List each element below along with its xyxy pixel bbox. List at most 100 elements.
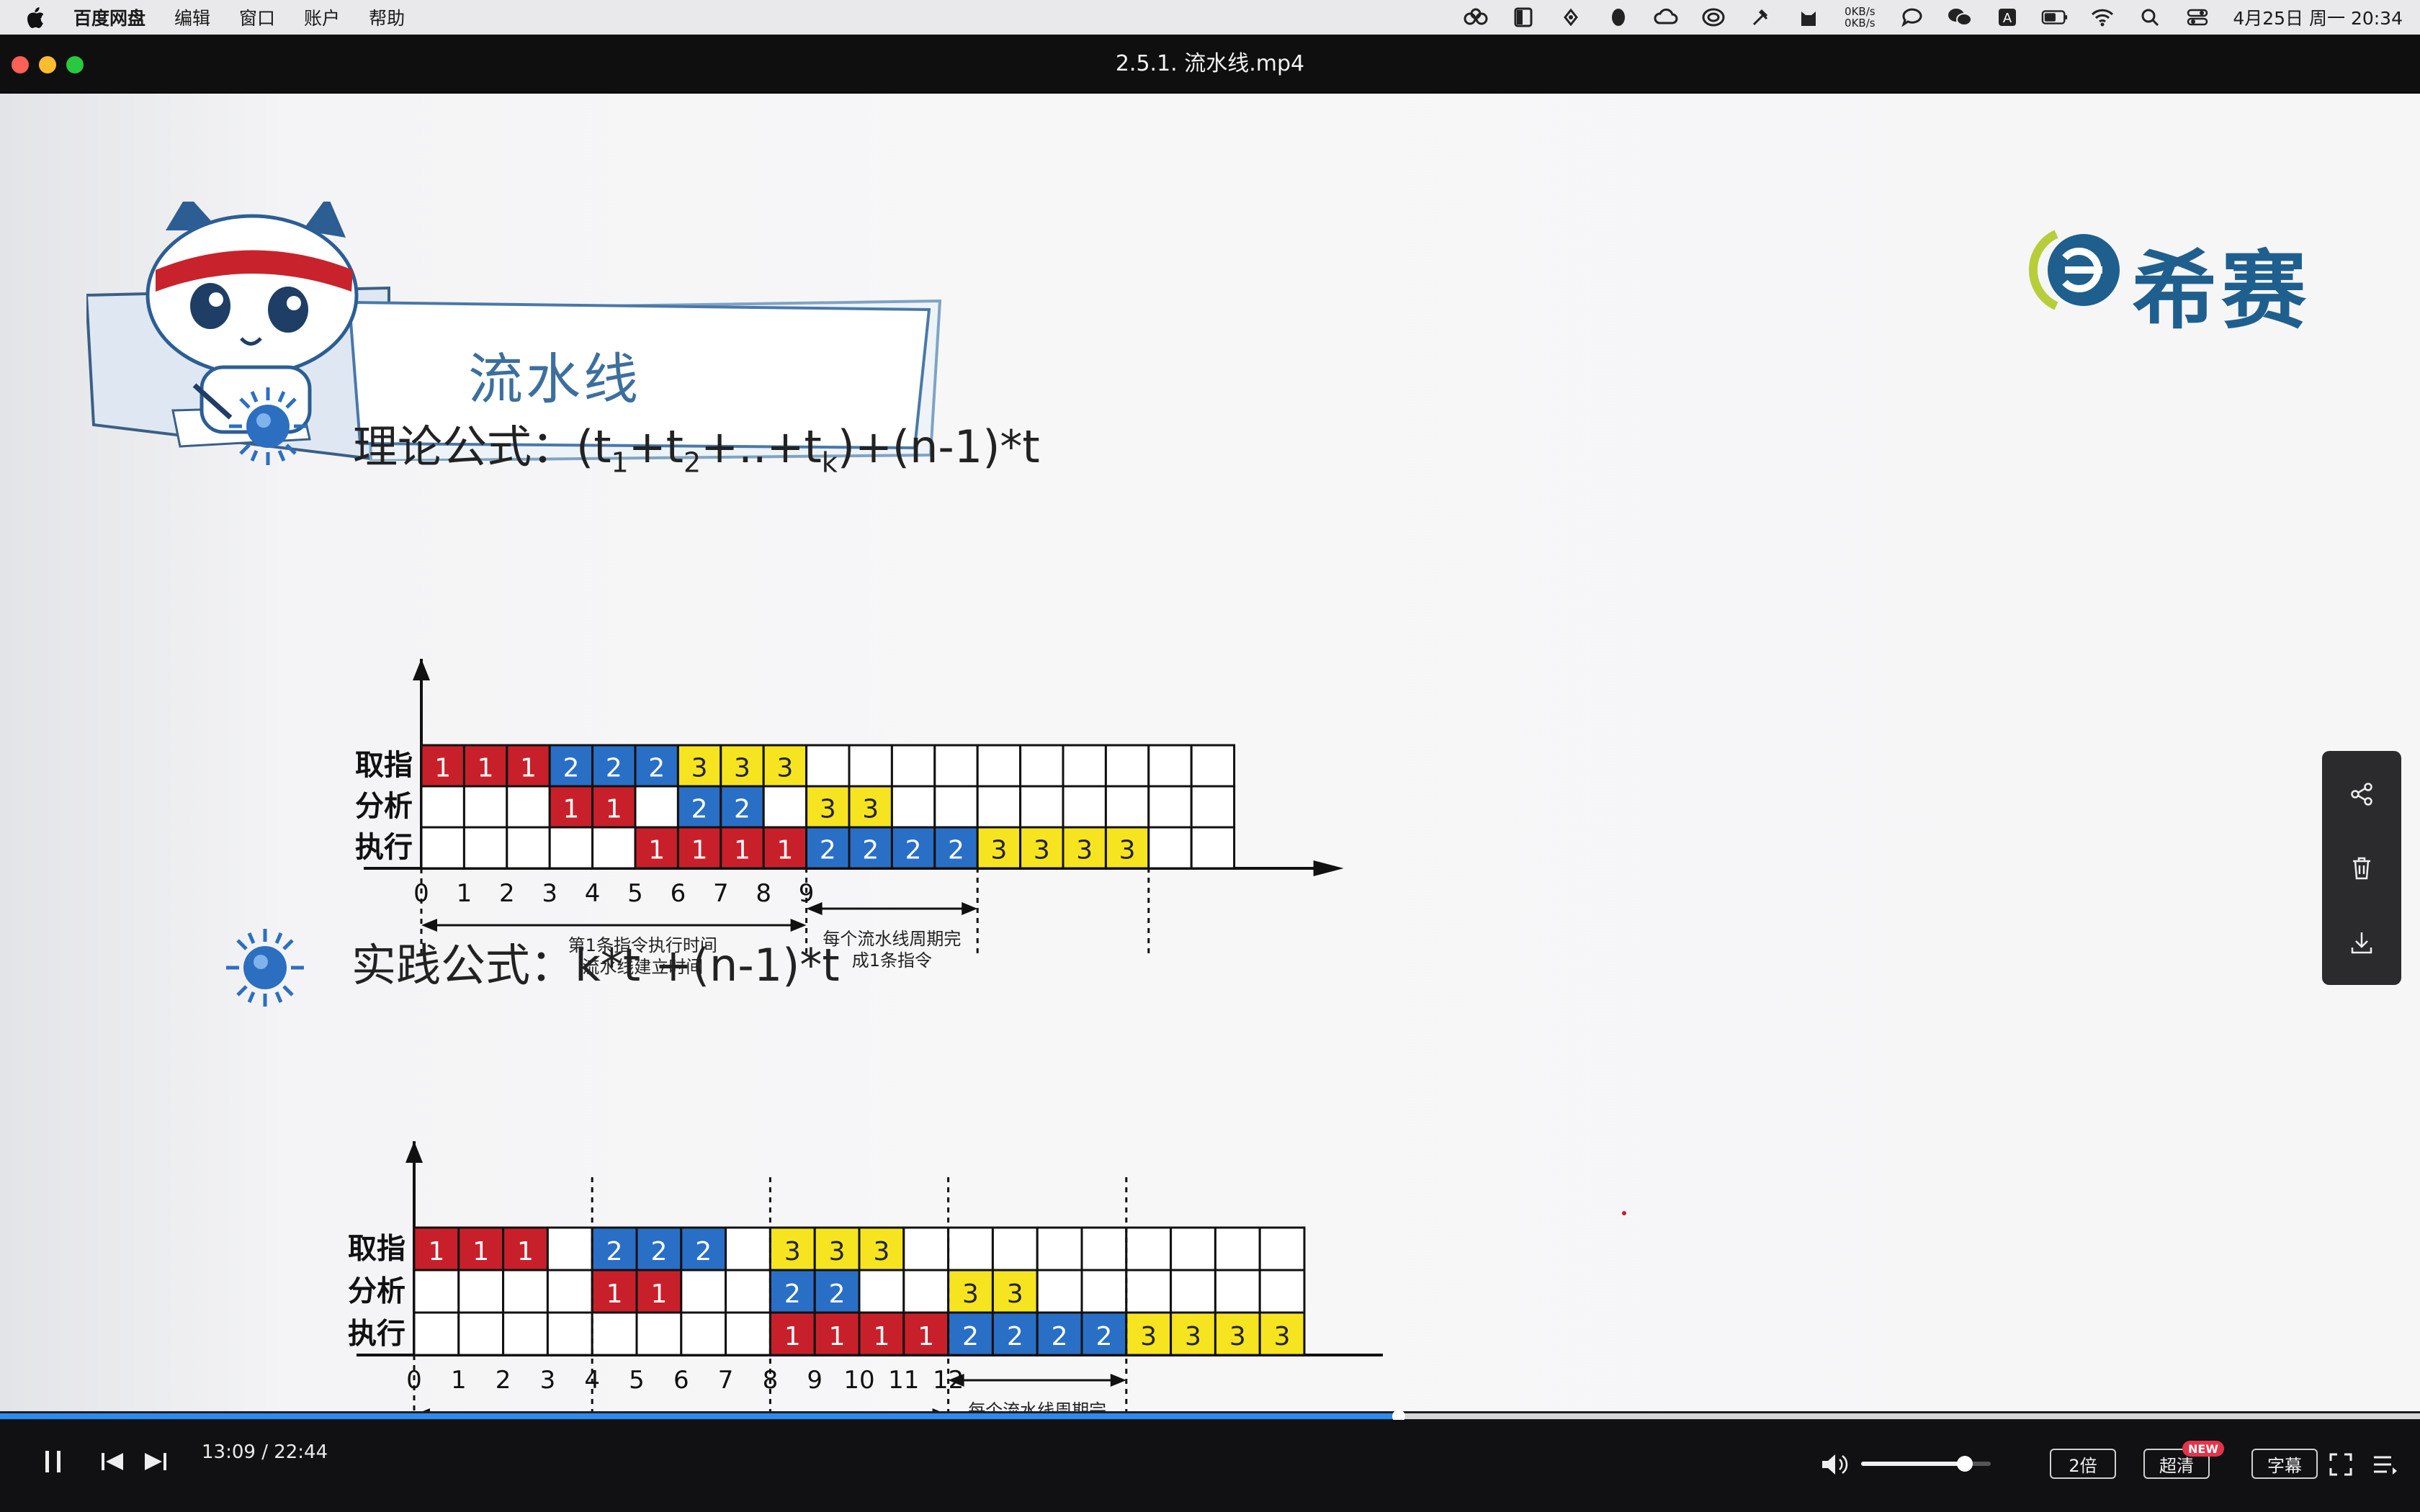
menu-account[interactable]: 账户 — [304, 4, 340, 30]
d2-cell — [902, 1226, 950, 1272]
d2-cell — [546, 1269, 593, 1314]
d2-cell-label: 3 — [1007, 1279, 1023, 1309]
control-center-icon[interactable] — [2184, 5, 2211, 30]
d2-cell-label: 3 — [1229, 1322, 1246, 1351]
d1-tick-label: 3 — [542, 879, 557, 908]
d2-cell — [1125, 1226, 1173, 1272]
d2-row-label: 分析 — [348, 1274, 405, 1308]
d2-cell-label: 2 — [784, 1279, 801, 1309]
playlist-icon[interactable] — [2370, 1449, 2401, 1480]
d1-cell-label: 1 — [648, 835, 665, 865]
d2-cell-label: 1 — [472, 1237, 489, 1266]
d2-cell — [546, 1311, 593, 1356]
d1-cell — [1062, 785, 1107, 829]
d2-cell-label: 2 — [1095, 1322, 1112, 1351]
spotlight-search-icon[interactable] — [2136, 5, 2164, 30]
status-tray: 0KB/s 0KB/s A 4月25日 周一 20:34 — [1442, 0, 2403, 35]
d2-cell-label: 1 — [873, 1322, 889, 1351]
volume-slider-knob[interactable] — [1957, 1456, 1973, 1472]
sidebar-tray-icon[interactable] — [1510, 5, 1537, 30]
d1-cell — [462, 826, 508, 870]
d2-cell — [1214, 1226, 1261, 1272]
fullscreen-icon[interactable] — [2325, 1449, 2357, 1480]
d1-tick-label: 6 — [671, 879, 686, 908]
cloud-sync-icon[interactable] — [1652, 5, 1680, 30]
video-frame[interactable]: 流水线 希赛 理论公式：(t1+t2+..+tk)+(n-1)*t 取指 1 1… — [0, 94, 2420, 1411]
d2-tick-label: 10 — [843, 1366, 874, 1395]
brand-logo: 希赛 — [2027, 216, 2344, 341]
window-title: 2.5.1. 流水线.mp4 — [1115, 51, 1305, 76]
wechat-icon[interactable] — [1946, 5, 1973, 30]
download-icon[interactable] — [2344, 925, 2379, 960]
d1-cell-label: 2 — [734, 794, 750, 824]
speed-button[interactable]: 2倍 — [2050, 1449, 2116, 1479]
d1-cell — [591, 826, 637, 870]
d2-build-time-arrowheads — [423, 1408, 940, 1411]
d1-cell-label: 3 — [862, 794, 879, 824]
d1-cell — [634, 785, 679, 829]
formula-practice: 实践公式：k*t +(n-1)*t — [351, 939, 840, 991]
d1-cell — [1019, 785, 1065, 829]
menu-window[interactable]: 窗口 — [239, 4, 275, 30]
d1-cell — [420, 785, 465, 829]
hammer-icon[interactable] — [1747, 5, 1775, 30]
d2-cell — [502, 1269, 549, 1314]
d1-cell-label: 2 — [948, 835, 964, 865]
menu-help[interactable]: 帮助 — [369, 4, 405, 30]
chat-bubble-icon[interactable] — [1899, 5, 1926, 30]
d2-cell — [991, 1226, 1039, 1272]
menu-bar: 百度网盘 编辑 窗口 账户 帮助 0KB/s 0KB/s A 4月25日 周一 2… — [0, 0, 2420, 35]
d2-tick-label: 5 — [629, 1366, 645, 1395]
sun-bullet-icon-2 — [223, 926, 307, 1009]
d1-cell — [548, 826, 594, 870]
volume-slider-fill — [1861, 1462, 1965, 1466]
apple-icon[interactable] — [24, 6, 46, 29]
share-icon[interactable] — [2344, 777, 2379, 811]
qq-penguin-icon[interactable] — [1605, 5, 1632, 30]
pin-tray-icon[interactable] — [1557, 5, 1585, 30]
d2-cell-label: 1 — [428, 1237, 444, 1266]
d1-cell-label: 3 — [734, 753, 750, 783]
d2-cell — [1036, 1226, 1083, 1272]
baidu-cloud-tray-icon[interactable] — [1462, 5, 1489, 30]
d2-cell-label: 3 — [1274, 1322, 1291, 1351]
d1-cell — [1147, 785, 1193, 829]
d1-row-label: 执行 — [355, 831, 413, 864]
cat-tray-icon[interactable] — [1795, 5, 1822, 30]
d2-row-label: 执行 — [348, 1317, 405, 1350]
d2-cell — [1170, 1269, 1216, 1314]
menu-clock[interactable]: 4月25日 周一 20:34 — [2233, 4, 2403, 30]
subtitle-button[interactable]: 字幕 — [2251, 1449, 2318, 1479]
pause-button[interactable] — [37, 1446, 69, 1477]
svg-text:A: A — [2003, 11, 2012, 26]
next-button[interactable] — [141, 1447, 170, 1476]
pipeline-diagram-practice: 取指111222333分析112233执行1111222233330123456… — [331, 1130, 1414, 1411]
volume-slider[interactable] — [1861, 1456, 1991, 1472]
d2-cell-label: 2 — [606, 1237, 623, 1266]
creative-cloud-icon[interactable] — [1700, 5, 1727, 30]
playback-progress-bar[interactable] — [0, 1410, 2420, 1423]
d1-x-axis-arrow — [1313, 860, 1344, 876]
d1-y-axis-arrow — [413, 659, 430, 680]
menu-app-name[interactable]: 百度网盘 — [73, 4, 145, 30]
d2-annotation-right: 每个流水线周期完 — [968, 1400, 1106, 1411]
d1-cell — [506, 826, 551, 870]
volume-icon[interactable] — [1819, 1449, 1850, 1480]
d2-cell — [725, 1311, 771, 1356]
d2-cell-label: 2 — [695, 1237, 712, 1266]
d2-tick-label: 11 — [888, 1366, 919, 1395]
battery-icon[interactable] — [2041, 5, 2069, 30]
d2-cell-label: 2 — [962, 1322, 979, 1351]
wifi-icon[interactable] — [2089, 5, 2116, 30]
menu-edit[interactable]: 编辑 — [174, 4, 210, 30]
d1-row-label: 取指 — [355, 749, 413, 782]
d2-cell-label: 2 — [650, 1237, 667, 1266]
pointer-dot — [1622, 1211, 1626, 1215]
input-method-icon[interactable]: A — [1994, 5, 2021, 30]
previous-button[interactable] — [98, 1447, 127, 1476]
d1-cell-label: 1 — [776, 835, 793, 865]
playback-progress-fill — [0, 1413, 1399, 1419]
formula-theory-label: 理论公式： — [353, 420, 577, 473]
delete-icon[interactable] — [2344, 851, 2379, 886]
d1-cell — [762, 785, 808, 829]
